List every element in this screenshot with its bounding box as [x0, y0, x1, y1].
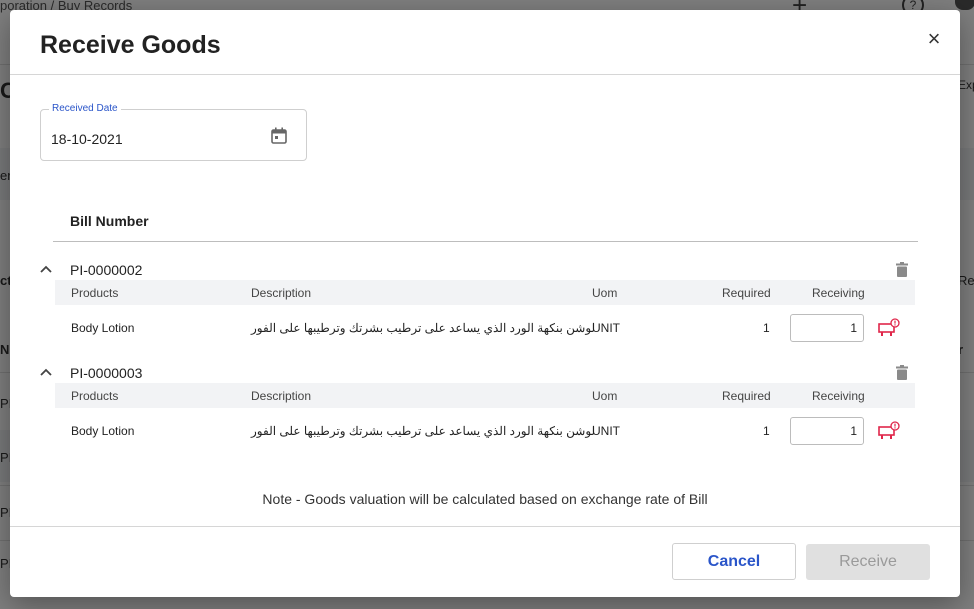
col-uom: Uom	[592, 389, 618, 403]
col-products: Products	[71, 389, 119, 403]
required-cell: 1	[763, 424, 770, 438]
bill-number: PI-0000003	[70, 365, 143, 381]
header-divider	[10, 74, 960, 75]
col-uom: Uom	[592, 286, 618, 300]
warning-icon[interactable]	[878, 318, 900, 338]
trash-icon[interactable]	[896, 262, 908, 277]
dialog-title: Receive Goods	[40, 31, 221, 59]
uom-cell: UNIT	[592, 424, 620, 438]
received-date-label: Received Date	[49, 103, 121, 114]
received-date-value[interactable]: 18-10-2021	[51, 131, 123, 147]
trash-icon[interactable]	[896, 365, 908, 380]
bill-number: PI-0000002	[70, 262, 143, 278]
col-required: Required	[722, 389, 771, 403]
col-receiving: Receiving	[812, 286, 865, 300]
bill-divider	[53, 241, 918, 242]
valuation-note: Note - Goods valuation will be calculate…	[262, 491, 708, 507]
receive-button[interactable]: Receive	[806, 544, 930, 580]
col-receiving: Receiving	[812, 389, 865, 403]
col-products: Products	[71, 286, 119, 300]
product-cell: Body Lotion	[71, 321, 135, 335]
calendar-icon[interactable]	[271, 127, 287, 144]
received-date-field[interactable]: Received Date 18-10-2021	[40, 103, 307, 161]
receiving-input[interactable]: 1	[790, 314, 864, 342]
col-required: Required	[722, 286, 771, 300]
uom-cell: UNIT	[592, 321, 620, 335]
receive-goods-dialog: Receive Goods × Received Date 18-10-2021…	[10, 10, 960, 597]
receiving-input[interactable]: 1	[790, 417, 864, 445]
chevron-up-icon[interactable]	[38, 365, 54, 379]
required-cell: 1	[763, 321, 770, 335]
footer-divider	[10, 526, 960, 527]
column-header-row: Products Description Uom Required Receiv…	[55, 280, 915, 305]
chevron-up-icon[interactable]	[38, 262, 54, 276]
col-description: Description	[251, 286, 312, 300]
col-description: Description	[251, 389, 312, 403]
warning-icon[interactable]	[878, 421, 900, 441]
cancel-button[interactable]: Cancel	[672, 543, 796, 580]
description-cell: لوشن بنكهة الورد الذي يساعد على ترطيب بش…	[251, 321, 596, 335]
column-header-row: Products Description Uom Required Receiv…	[55, 383, 915, 408]
description-cell: لوشن بنكهة الورد الذي يساعد على ترطيب بش…	[251, 424, 596, 438]
bill-number-header: Bill Number	[70, 213, 149, 229]
product-cell: Body Lotion	[71, 424, 135, 438]
close-icon[interactable]: ×	[923, 28, 945, 50]
